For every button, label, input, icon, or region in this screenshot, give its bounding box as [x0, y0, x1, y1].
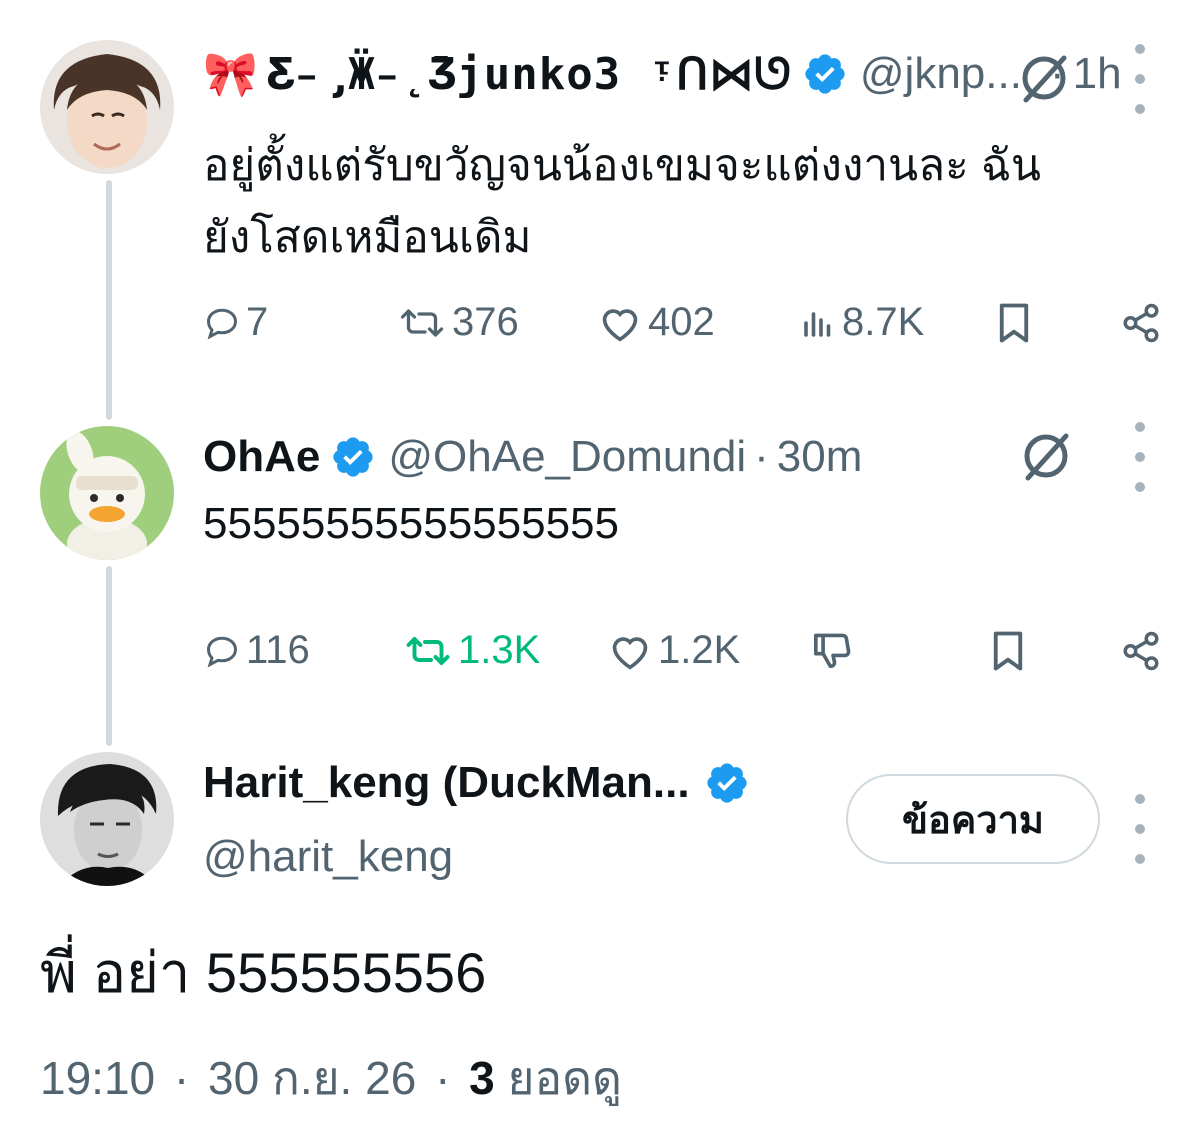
share-icon: [1120, 302, 1162, 344]
repost-button[interactable]: 376: [398, 300, 519, 345]
views-label: ยอดดู: [507, 1052, 622, 1104]
tweet-meta: 19:10 · 30 ก.ย. 26 · 3 ยอดดู: [40, 1052, 622, 1104]
like-count: 402: [648, 300, 715, 344]
verified-icon: [802, 51, 848, 97]
main-handle[interactable]: @harit_keng: [203, 832, 453, 882]
bookmark-icon: [990, 630, 1026, 672]
reply-count: 116: [246, 628, 310, 672]
avatar-junko[interactable]: [40, 40, 174, 174]
more-icon[interactable]: [1130, 794, 1150, 864]
more-icon[interactable]: [1130, 44, 1150, 114]
ribbon-emoji: 🎀: [203, 50, 258, 99]
like-icon: [608, 631, 652, 671]
reply-icon: [204, 305, 240, 341]
tweet2-timestamp[interactable]: 30m: [777, 432, 863, 482]
repost-count: 1.3K: [458, 628, 541, 672]
tweet1-header: 🎀 Ƹ̵̡Ӝ̵̨̄Ʒjunko3 ᵎᑎ⋈ᘎ @jknp... · 1h: [203, 48, 1122, 100]
downvote-icon: [812, 630, 856, 670]
like-count: 1.2K: [658, 628, 741, 672]
views-button[interactable]: 8.7K: [800, 300, 924, 345]
share-button[interactable]: [1120, 302, 1168, 344]
bookmark-icon: [996, 302, 1032, 344]
main-handle-row: @harit_keng: [203, 832, 453, 882]
tweet1-timestamp[interactable]: 1h: [1073, 49, 1122, 99]
reply-count: 7: [246, 300, 269, 344]
message-button[interactable]: ข้อความ: [846, 774, 1100, 864]
bookmark-button[interactable]: [990, 630, 1032, 672]
tweet2-header: OhAe @OhAe_Domundi · 30m: [203, 432, 863, 482]
tweet1-handle[interactable]: @jknp...: [860, 49, 1022, 99]
reply-button[interactable]: 116: [204, 628, 310, 673]
avatar-ohae[interactable]: [40, 426, 174, 560]
main-header: Harit_keng (DuckMan...: [203, 758, 750, 808]
reply-icon: [204, 633, 240, 669]
avatar-harit[interactable]: [40, 752, 174, 886]
bookmark-button[interactable]: [996, 302, 1038, 344]
tweet-date[interactable]: 30 ก.ย. 26: [208, 1052, 416, 1104]
verified-icon: [330, 434, 376, 480]
thread-line: [106, 180, 112, 420]
like-button[interactable]: 1.2K: [608, 628, 740, 673]
main-author-name[interactable]: Harit_keng (DuckMan...: [203, 758, 690, 808]
repost-icon: [398, 305, 446, 341]
tweet1-text: อยู่ตั้งแต่รับขวัญจนน้องเขมจะแต่งงานละ ฉ…: [203, 141, 1041, 262]
repost-button[interactable]: 1.3K: [404, 628, 540, 673]
repost-count: 376: [452, 300, 519, 344]
tweet-time[interactable]: 19:10: [40, 1052, 155, 1104]
tweet2-handle[interactable]: @OhAe_Domundi: [388, 432, 746, 482]
reply-button[interactable]: 7: [204, 300, 268, 345]
like-button[interactable]: 402: [598, 300, 715, 345]
grok-icon[interactable]: [1016, 50, 1072, 106]
share-icon: [1120, 630, 1162, 672]
tweet1-author-name[interactable]: Ƹ̵̡Ӝ̵̨̄Ʒjunko3 ᵎᑎ⋈ᘎ: [268, 49, 792, 100]
views-count: 8.7K: [842, 300, 925, 344]
grok-icon[interactable]: [1018, 428, 1074, 484]
tweet2-author-name[interactable]: OhAe: [203, 432, 320, 482]
more-icon[interactable]: [1130, 422, 1150, 492]
thread-line: [106, 566, 112, 746]
repost-icon: [404, 633, 452, 669]
downvote-button[interactable]: [812, 630, 862, 670]
verified-icon: [704, 760, 750, 806]
share-button[interactable]: [1120, 630, 1168, 672]
main-tweet-text: พี่ อย่า 555555556: [40, 941, 487, 1004]
tweet2-text: 55555555555555555: [203, 499, 620, 548]
views-icon: [800, 305, 836, 341]
like-icon: [598, 303, 642, 343]
views-count: 3: [469, 1052, 495, 1104]
